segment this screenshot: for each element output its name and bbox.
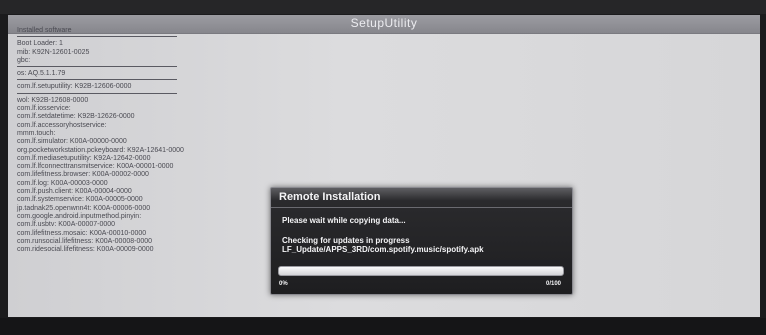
dialog-divider: [271, 207, 572, 208]
remote-installation-dialog: Remote Installation Please wait while co…: [270, 187, 573, 295]
file-path: LF_Update/APPS_3RD/com.spotify.music/spo…: [282, 245, 484, 254]
wait-message: Please wait while copying data...: [282, 216, 406, 225]
dialog-title: Remote Installation: [279, 191, 381, 203]
section-divider: [17, 36, 177, 38]
software-entry: jp.tadnak25.openwnn4t: K00A-00006-0000: [17, 204, 151, 212]
software-entry: com.runsocial.lifefitness: K00A-00008-00…: [17, 237, 153, 245]
software-entry: com.lf.setdatetime: K92B-12626-0000: [17, 113, 135, 121]
software-entry: com.lf.setuputility: K92B-12606-0000: [17, 83, 132, 91]
software-entry: com.lf.iosservice:: [17, 105, 71, 113]
software-entry: com.lf.log: K00A-00003-0000: [17, 179, 108, 187]
software-entry: wol: K92B-12608-0000: [17, 96, 89, 104]
progress-count: 0/100: [545, 281, 561, 287]
section-header: Installed software: [17, 27, 72, 34]
progress-bar: [278, 266, 564, 276]
app-screen: SetupUtility Installed software Boot Load…: [8, 15, 760, 317]
status-message: Checking for updates in progress: [282, 236, 410, 245]
info-section: wol: K92B-12608-0000 com.lf.iosservice: co…: [17, 97, 187, 255]
software-entry: gbc:: [17, 56, 31, 64]
software-entry: com.lf.usbtv: K00A-00007-0000: [17, 221, 116, 229]
software-entry: os: AQ.5.1.1.79: [17, 70, 66, 78]
progress-percent: 0%: [279, 281, 288, 287]
software-entry: mib: K92N-12601-0025: [17, 48, 90, 56]
info-section: os: AQ.5.1.1.79: [17, 70, 187, 78]
software-entry: org.pocketworkstation.pckeyboard: K92A-1…: [17, 146, 184, 154]
software-entry: mmm.touch:: [17, 129, 56, 137]
monitor-bezel-bottom: [0, 318, 766, 335]
installed-software-panel: Installed software Boot Loader: 1 mib: K92…: [17, 27, 187, 254]
software-entry: com.ridesocial.lifefitness: K00A-00009-0…: [17, 246, 154, 254]
software-entry: com.lf.push.client: K00A-00004-0000: [17, 188, 132, 196]
software-entry: com.lifefitness.mosaic: K00A-00010-0000: [17, 229, 147, 237]
monitor-bezel-top: [0, 0, 766, 14]
info-section: Boot Loader: 1 mib: K92N-12601-0025 gbc:: [17, 40, 187, 65]
section-divider: [17, 92, 177, 94]
software-entry: com.lf.accessoryhostservice:: [17, 121, 107, 129]
software-entry: com.lf.lfconnecttransmitservice: K00A-00…: [17, 163, 174, 171]
section-divider: [17, 66, 177, 68]
info-section: com.lf.setuputility: K92B-12606-0000: [17, 83, 187, 91]
software-entry: com.lf.simulator: K00A-00000-0000: [17, 138, 127, 146]
software-entry: com.google.android.inputmethod.pinyin:: [17, 212, 142, 220]
software-entry: com.lifefitness.browser: K00A-00002-0000: [17, 171, 149, 179]
info-section: Installed software: [17, 27, 187, 35]
software-entry: com.lf.systemservice: K00A-00005-0000: [17, 196, 143, 204]
software-entry: com.lf.mediasetuputility: K92A-12642-000…: [17, 154, 151, 162]
software-entry: Boot Loader: 1: [17, 40, 63, 48]
section-divider: [17, 79, 177, 81]
